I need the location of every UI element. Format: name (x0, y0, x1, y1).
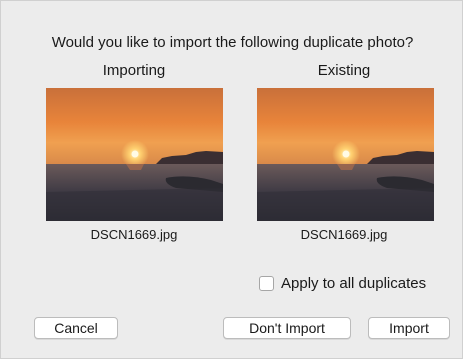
cancel-button[interactable]: Cancel (34, 317, 118, 339)
importing-filename: DSCN1669.jpg (90, 227, 178, 242)
existing-photo-thumbnail (257, 88, 434, 221)
dialog-question: Would you like to import the following d… (51, 34, 414, 51)
apply-to-all-checkbox[interactable] (259, 275, 274, 291)
dont-import-button[interactable]: Don't Import (223, 317, 351, 339)
apply-to-all-row[interactable]: Apply to all duplicates (259, 273, 426, 293)
duplicate-import-dialog: Would you like to import the following d… (0, 0, 463, 359)
import-button[interactable]: Import (368, 317, 450, 339)
importing-photo-thumbnail (46, 88, 223, 221)
importing-label: Importing (102, 62, 166, 79)
apply-to-all-label[interactable]: Apply to all duplicates (281, 275, 426, 292)
existing-label: Existing (317, 62, 371, 79)
existing-filename: DSCN1669.jpg (300, 227, 388, 242)
